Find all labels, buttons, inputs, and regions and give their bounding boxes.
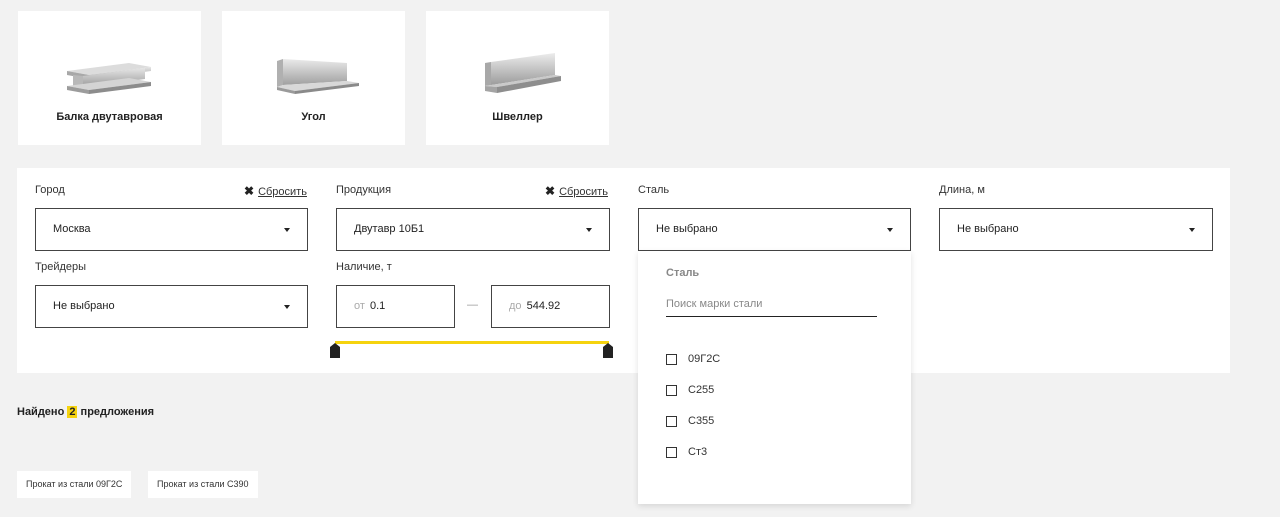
steel-dropdown: Сталь 09Г2С С255 С355 Ст3 <box>638 251 911 504</box>
category-label: Балка двутавровая <box>56 111 163 123</box>
steel-option-st3[interactable]: Ст3 <box>666 446 707 462</box>
steel-option-label: 09Г2С <box>688 353 721 366</box>
city-label: Город <box>35 184 65 196</box>
close-icon: ✖ <box>545 184 556 198</box>
results-count-text: Найдено 2 предложения <box>17 406 154 418</box>
availability-from-input[interactable]: от 0.1 <box>336 285 455 328</box>
steel-search-input[interactable] <box>666 292 877 317</box>
range-slider-max-handle[interactable] <box>603 343 613 358</box>
city-select[interactable]: Москва <box>35 208 308 251</box>
range-slider-min-handle[interactable] <box>330 343 340 358</box>
length-select-value: Не выбрано <box>957 223 1019 235</box>
product-reset-button[interactable]: ✖ Сбросить <box>545 184 608 198</box>
traders-label: Трейдеры <box>35 261 87 273</box>
chevron-down-icon <box>284 305 290 309</box>
steel-select[interactable]: Не выбрано <box>638 208 911 251</box>
traders-select-value: Не выбрано <box>53 300 115 312</box>
tag-steel-09g2s[interactable]: Прокат из стали 09Г2С <box>17 471 132 498</box>
city-select-value: Москва <box>53 223 91 235</box>
city-reset-label: Сбросить <box>258 186 307 198</box>
range-slider-track[interactable] <box>335 341 609 344</box>
length-select[interactable]: Не выбрано <box>939 208 1213 251</box>
checkbox-icon <box>666 446 677 458</box>
steel-option-label: Ст3 <box>688 446 708 459</box>
chevron-down-icon <box>284 228 290 232</box>
steel-option-s255[interactable]: С255 <box>666 384 714 400</box>
availability-to-input[interactable]: до 544.92 <box>491 285 610 328</box>
checkbox-icon <box>666 415 677 427</box>
filter-panel <box>17 168 1230 373</box>
steel-option-09g2s[interactable]: 09Г2С <box>666 353 720 369</box>
category-label: Швеллер <box>492 111 543 123</box>
steel-option-s355[interactable]: С355 <box>666 415 714 431</box>
city-reset-button[interactable]: ✖ Сбросить <box>244 184 307 198</box>
angle-profile-icon <box>277 59 359 94</box>
length-label: Длина, м <box>939 184 985 196</box>
category-card-beam[interactable]: Балка двутавровая <box>18 11 201 145</box>
checkbox-icon <box>666 353 677 365</box>
category-label: Угол <box>301 111 326 123</box>
category-card-angle[interactable]: Угол <box>222 11 405 145</box>
category-card-channel[interactable]: Швеллер <box>426 11 609 145</box>
chevron-down-icon <box>1189 228 1195 232</box>
availability-label: Наличие, т <box>336 261 392 273</box>
product-select[interactable]: Двутавр 10Б1 <box>336 208 610 251</box>
steel-select-value: Не выбрано <box>656 223 718 235</box>
chevron-down-icon <box>586 228 592 232</box>
tag-steel-s390[interactable]: Прокат из стали С390 <box>148 471 258 498</box>
steel-dropdown-title: Сталь <box>666 267 700 279</box>
range-separator: — <box>467 299 478 311</box>
channel-profile-icon <box>485 53 561 93</box>
to-prefix: до <box>509 300 522 312</box>
product-reset-label: Сбросить <box>559 186 608 198</box>
results-suffix: предложения <box>80 406 155 418</box>
from-value: 0.1 <box>369 300 386 312</box>
steel-label: Сталь <box>638 184 670 196</box>
product-select-value: Двутавр 10Б1 <box>354 223 425 235</box>
results-prefix: Найдено <box>17 406 65 418</box>
product-label: Продукция <box>336 184 392 196</box>
to-value: 544.92 <box>526 300 561 312</box>
close-icon: ✖ <box>244 184 255 198</box>
steel-option-label: С355 <box>688 415 715 428</box>
results-count: 2 <box>67 406 78 418</box>
checkbox-icon <box>666 384 677 396</box>
traders-select[interactable]: Не выбрано <box>35 285 308 328</box>
from-prefix: от <box>354 300 365 312</box>
i-beam-icon <box>67 63 151 94</box>
steel-option-label: С255 <box>688 384 715 397</box>
chevron-down-icon <box>887 228 893 232</box>
